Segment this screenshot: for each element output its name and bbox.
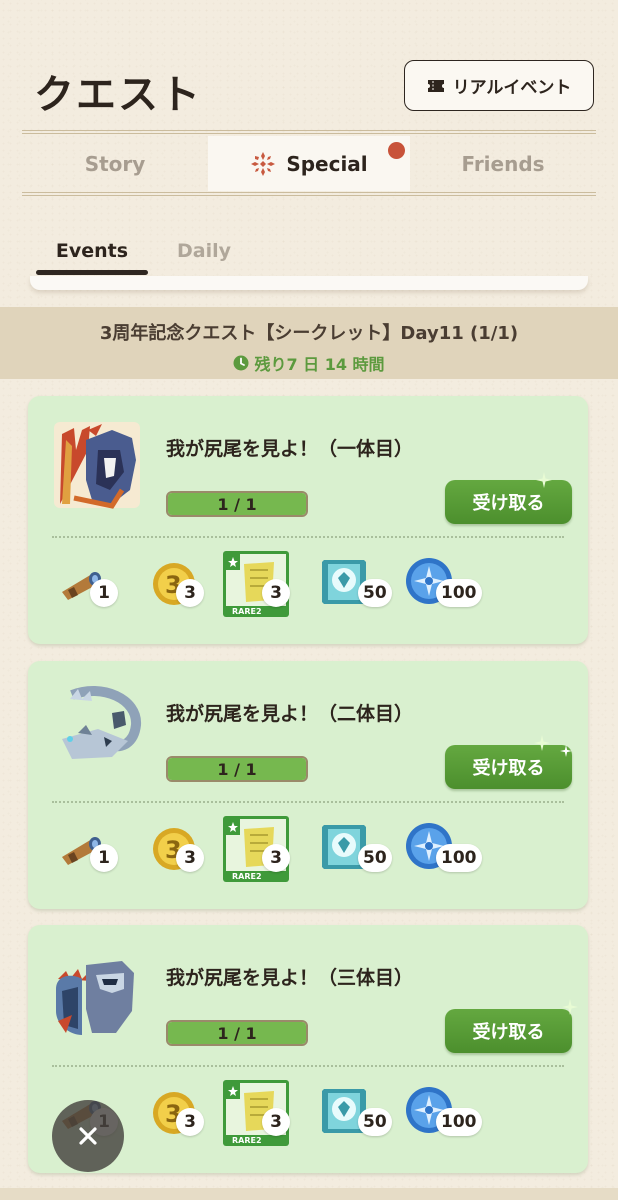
quest-progress-bar: 1 / 1 [166,1020,308,1046]
reward-quantity: 3 [262,579,290,607]
tab-special-label: Special [286,151,368,176]
rare-badge: RARE2 [232,607,262,616]
subtab-daily[interactable]: Daily [148,228,260,274]
reward-quantity: 100 [436,1108,482,1136]
reward-divider [52,1065,564,1067]
subtab-panel-edge [30,276,588,290]
quest-progress-bar: 1 / 1 [166,756,308,782]
reward-item: 50 [318,811,398,891]
reward-item: RARE2 3 [222,1075,302,1155]
tab-divider-bottom [22,192,596,196]
clock-icon [233,355,249,371]
real-event-label: リアルイベント [452,78,572,98]
reward-quantity: 3 [176,1108,204,1136]
reward-item: 1 [58,546,128,626]
main-tabs: Story Special Friends [22,136,596,191]
close-icon [79,1127,97,1145]
subtab-daily-label: Daily [176,240,231,262]
claim-button[interactable]: 受け取る [445,480,572,524]
reward-list: 1 3 3 RARE2 3 [50,1075,578,1155]
reward-quantity: 1 [90,844,118,872]
reward-item: RARE2 3 [222,811,302,891]
progress-text: 1 / 1 [217,494,257,514]
subtab-events-label: Events [55,240,129,262]
reward-quantity: 1 [90,579,118,607]
quest-name: 我が尻尾を見よ！（一体目） [166,438,414,460]
bottom-edge [0,1188,618,1200]
sparkle-icon [560,745,572,757]
reward-item: 3 3 [150,1075,220,1155]
reward-item: 100 [404,1075,504,1155]
reward-quantity: 50 [358,579,392,607]
tab-story[interactable]: Story [22,136,208,191]
reward-quantity: 3 [176,844,204,872]
legiana-icon [62,686,141,759]
reward-quantity: 3 [176,579,204,607]
reward-quantity: 50 [358,844,392,872]
reward-item: 3 3 [150,811,220,891]
reward-list: 1 3 3 RARE2 3 [50,811,578,891]
quest-progress-bar: 1 / 1 [166,491,308,517]
quest-name: 我が尻尾を見よ！（三体目） [166,967,414,989]
sparkle-icon [562,999,578,1015]
sparkle-icon [534,735,550,751]
zinogre-icon [56,961,134,1035]
progress-text: 1 / 1 [217,1023,257,1043]
sub-tabs: Events Daily [36,228,260,275]
tab-special[interactable]: Special [208,136,410,191]
special-emblem-icon [251,151,276,176]
quest-name: 我が尻尾を見よ！（二体目） [166,703,414,725]
quest-card: 我が尻尾を見よ！（二体目） 1 / 1 受け取る 1 3 3 RARE2 3 5… [28,661,588,909]
event-banner: 3周年記念クエスト【シークレット】Day11 (1/1) 残り7 日 14 時間 [0,307,618,379]
claim-button[interactable]: 受け取る [445,745,572,789]
reward-quantity: 100 [436,579,482,607]
reward-item: 100 [404,811,504,891]
notification-dot [388,142,405,159]
tab-friends[interactable]: Friends [410,136,596,191]
progress-text: 1 / 1 [217,759,257,779]
event-title: 3周年記念クエスト【シークレット】Day11 (1/1) [99,323,519,344]
tab-divider-top [22,130,596,134]
reward-divider [52,536,564,538]
reward-quantity: 50 [358,1108,392,1136]
page-title: クエスト [34,72,202,118]
claim-button[interactable]: 受け取る [445,1009,572,1053]
reward-quantity: 100 [436,844,482,872]
event-remaining: 残り7 日 14 時間 [0,351,618,375]
tab-story-label: Story [84,151,146,176]
rathalos-icon [54,422,140,509]
reward-item: 50 [318,1075,398,1155]
reward-item: 1 [58,811,128,891]
reward-quantity: 3 [262,1108,290,1136]
reward-item: 3 3 [150,546,220,626]
rare-badge: RARE2 [232,872,262,881]
event-remaining-text: 残り7 日 14 時間 [254,355,385,374]
ticket-icon [427,79,445,93]
reward-item: RARE2 3 [222,546,302,626]
reward-quantity: 3 [262,844,290,872]
sparkle-icon [536,472,552,488]
reward-item: 50 [318,546,398,626]
real-event-button[interactable]: リアルイベント [404,60,594,111]
subtab-events[interactable]: Events [36,228,148,275]
quest-card: 我が尻尾を見よ！（一体目） 1 / 1 受け取る 1 3 3 RARE2 3 5… [28,396,588,644]
reward-item: 100 [404,546,504,626]
tab-friends-label: Friends [461,151,545,176]
reward-list: 1 3 3 RARE2 3 [50,546,578,626]
reward-divider [52,801,564,803]
close-button[interactable] [52,1100,124,1172]
rare-badge: RARE2 [232,1136,262,1145]
